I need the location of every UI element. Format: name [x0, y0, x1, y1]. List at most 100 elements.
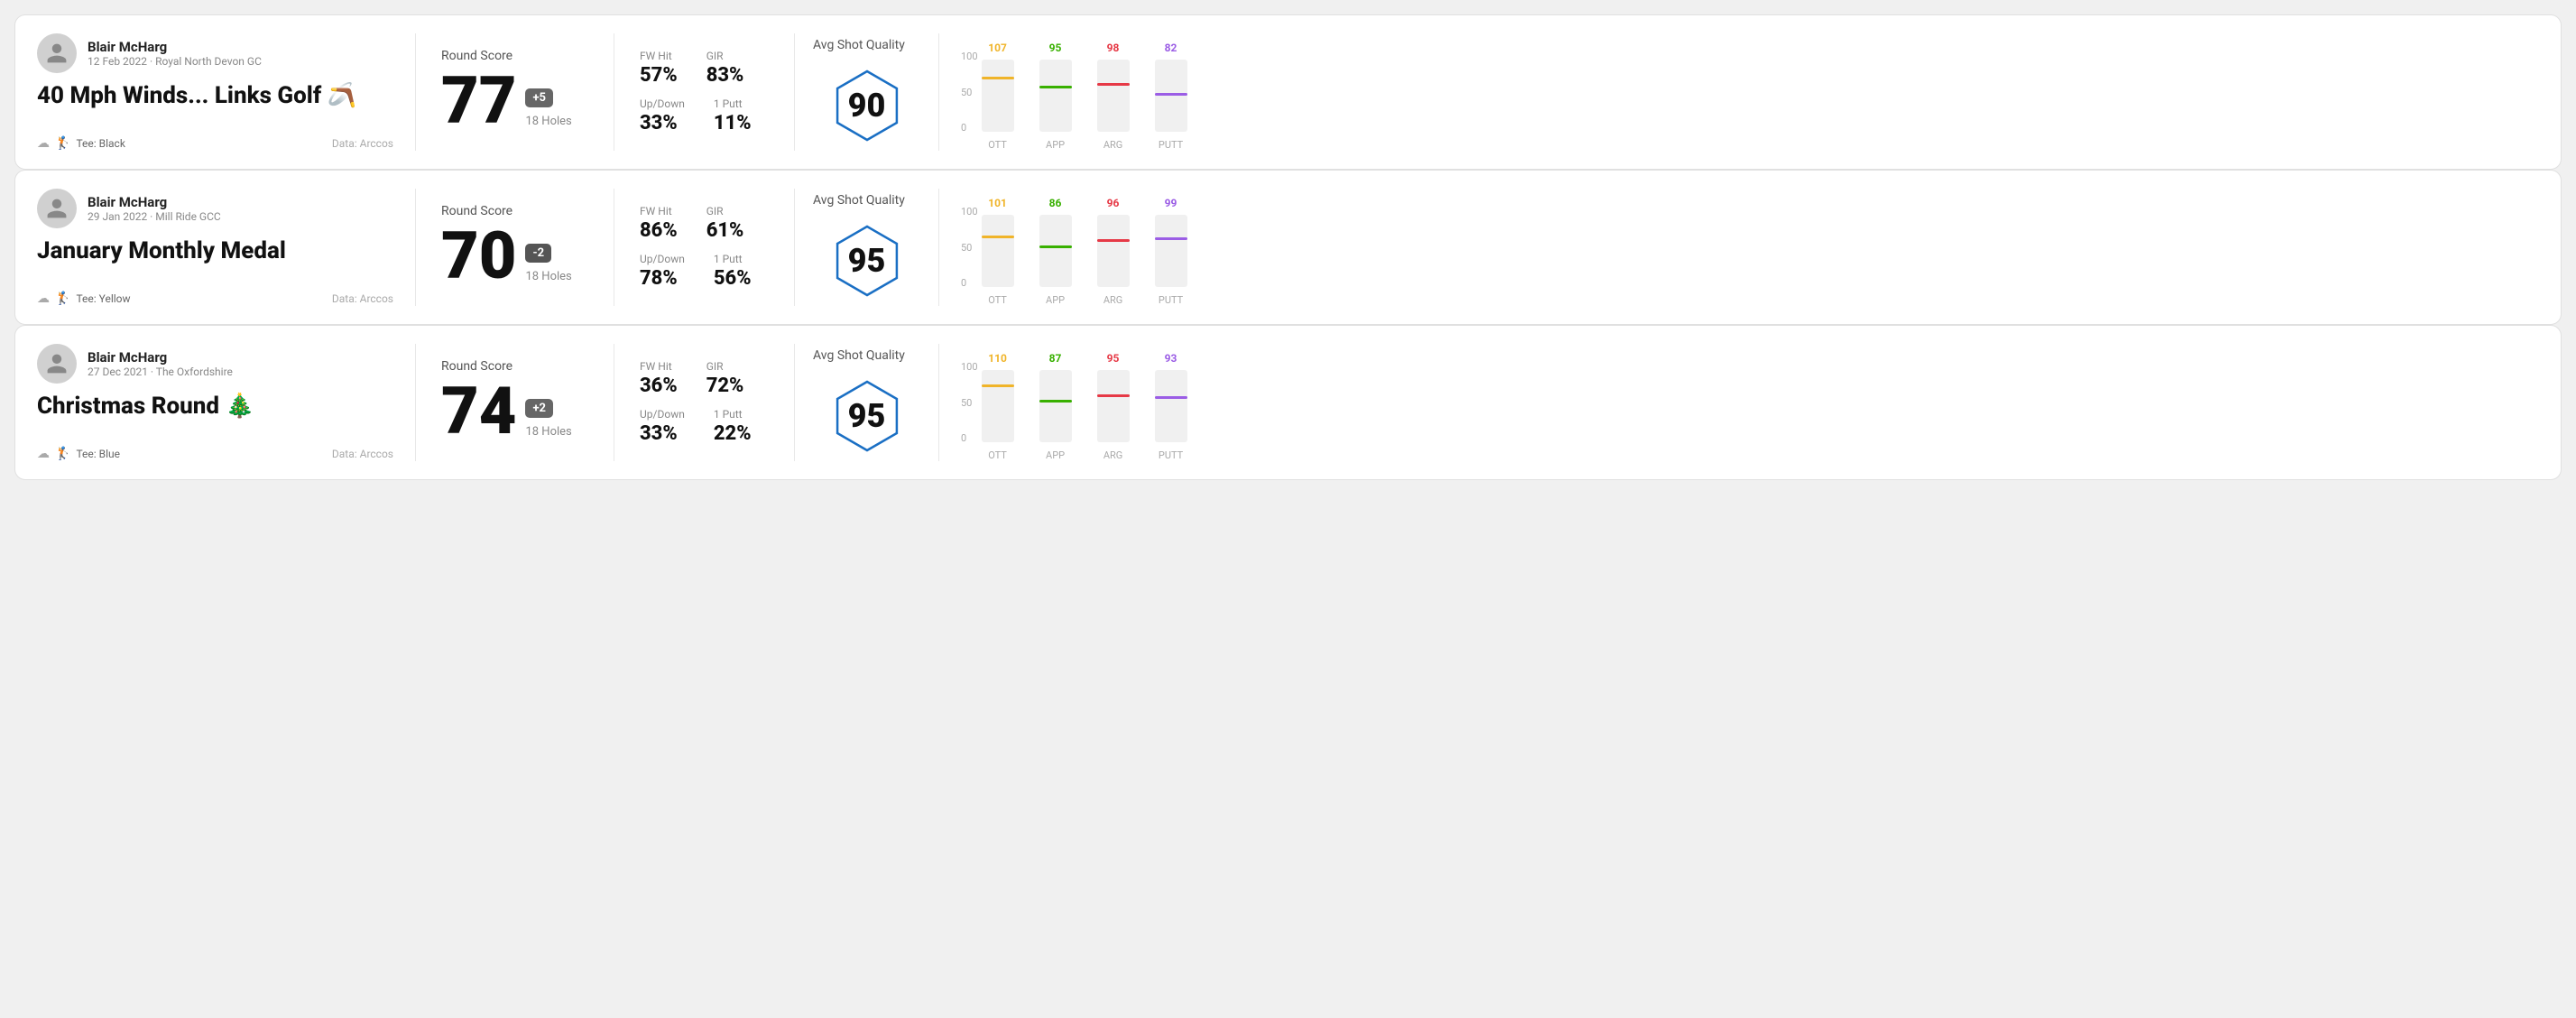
fw-hit-label: FW Hit [640, 50, 678, 62]
score-badge: +5 [525, 88, 553, 107]
y-label: 100 [961, 51, 978, 61]
hexagon-container: 95 [826, 375, 908, 457]
card-score: Round Score 74 +2 18 Holes [416, 344, 614, 461]
score-label: Round Score [441, 49, 588, 63]
chart-column-ott: 107 OTT [982, 42, 1014, 151]
user-name: Blair McHarg [88, 349, 233, 366]
bar-wrapper [1039, 215, 1072, 287]
gir-label: GIR [706, 205, 744, 217]
card-quality: Avg Shot Quality 95 [795, 344, 939, 461]
chart-column-app: 95 APP [1039, 42, 1072, 151]
score-badge: -2 [525, 244, 551, 263]
card-stats: FW Hit 57% GIR 83% Up/Down 33% 1 Putt [614, 33, 795, 151]
bar-value: 107 [988, 42, 1007, 54]
bar-x-label: PUTT [1159, 449, 1183, 461]
score-number: 77 [441, 69, 516, 134]
tee-label: Tee: Blue [76, 448, 120, 460]
score-badge: +2 [525, 399, 553, 418]
quality-label: Avg Shot Quality [813, 348, 905, 363]
score-label: Round Score [441, 359, 588, 374]
tee-label: Tee: Yellow [76, 292, 130, 305]
tee-bag-icon: 🏌 [55, 292, 70, 306]
user-info: Blair McHarg 29 Jan 2022 · Mill Ride GCC [88, 194, 221, 223]
bar-value: 87 [1049, 352, 1062, 365]
bar-wrapper [1097, 215, 1130, 287]
weather-icon: ☁ [37, 292, 50, 306]
oneputt-stat: 1 Putt 22% [714, 408, 752, 445]
user-icon [45, 42, 69, 65]
oneputt-label: 1 Putt [714, 408, 752, 421]
y-label: 0 [961, 123, 978, 133]
score-holes: 18 Holes [525, 425, 571, 439]
score-number: 74 [441, 379, 516, 444]
bar-accent [982, 77, 1014, 79]
oneputt-stat: 1 Putt 56% [714, 253, 752, 290]
quality-score: 90 [848, 87, 886, 125]
bar-x-label: OTT [988, 139, 1007, 151]
chart-column-arg: 96 ARG [1097, 197, 1130, 306]
gir-stat: GIR 83% [706, 50, 744, 87]
bar-wrapper [1039, 370, 1072, 442]
card-left: Blair McHarg 29 Jan 2022 · Mill Ride GCC… [37, 189, 416, 306]
user-row: Blair McHarg 12 Feb 2022 · Royal North D… [37, 33, 393, 73]
user-name: Blair McHarg [88, 39, 262, 55]
y-label: 100 [961, 207, 978, 217]
oneputt-stat: 1 Putt 11% [714, 97, 752, 134]
round-card: Blair McHarg 29 Jan 2022 · Mill Ride GCC… [14, 170, 2562, 325]
updown-label: Up/Down [640, 408, 685, 421]
data-source: Data: Arccos [332, 137, 393, 150]
tee-info: ☁ 🏌 Tee: Black [37, 136, 125, 151]
round-title: 40 Mph Winds... Links Golf 🪃 [37, 82, 393, 110]
bar-accent [1097, 83, 1130, 86]
gir-label: GIR [706, 50, 744, 62]
score-label: Round Score [441, 204, 588, 218]
bar-wrapper [982, 215, 1014, 287]
bar-bg [982, 370, 1014, 442]
card-chart: 100500 110 OTT 87 APP 95 [939, 344, 2539, 461]
round-title: Christmas Round 🎄 [37, 393, 393, 421]
bar-x-label: APP [1046, 449, 1065, 461]
chart-y-labels: 100500 [961, 362, 978, 461]
user-name: Blair McHarg [88, 194, 221, 210]
chart-y-labels: 100500 [961, 207, 978, 306]
bar-x-label: ARG [1103, 139, 1122, 151]
chart-column-putt: 99 PUTT [1155, 197, 1187, 306]
card-quality: Avg Shot Quality 95 [795, 189, 939, 306]
bar-value: 96 [1107, 197, 1120, 209]
tee-info: ☁ 🏌 Tee: Yellow [37, 292, 131, 306]
updown-stat: Up/Down 33% [640, 408, 685, 445]
card-score: Round Score 70 -2 18 Holes [416, 189, 614, 306]
bar-wrapper [1039, 60, 1072, 132]
stats-row-bottom: Up/Down 33% 1 Putt 11% [640, 97, 769, 134]
bar-x-label: APP [1046, 294, 1065, 306]
bar-accent [1097, 239, 1130, 242]
card-quality: Avg Shot Quality 90 [795, 33, 939, 151]
chart-column-ott: 101 OTT [982, 197, 1014, 306]
hexagon-container: 90 [826, 65, 908, 146]
chart-column-ott: 110 OTT [982, 352, 1014, 461]
avatar [37, 344, 77, 384]
fw-hit-label: FW Hit [640, 360, 678, 373]
chart-bars: 107 OTT 95 APP 98 ARG 82 [982, 33, 1187, 151]
chart-bars: 110 OTT 87 APP 95 ARG 93 [982, 344, 1187, 461]
gir-value: 83% [706, 64, 744, 87]
chart-column-arg: 95 ARG [1097, 352, 1130, 461]
updown-value: 78% [640, 267, 685, 290]
bar-x-label: ARG [1103, 449, 1122, 461]
updown-value: 33% [640, 112, 685, 134]
bar-value: 98 [1107, 42, 1120, 54]
card-left: Blair McHarg 12 Feb 2022 · Royal North D… [37, 33, 416, 151]
avatar [37, 33, 77, 73]
chart-bars: 101 OTT 86 APP 96 ARG 99 [982, 189, 1187, 306]
gir-stat: GIR 72% [706, 360, 744, 397]
bar-bg [1039, 215, 1072, 287]
y-label: 0 [961, 433, 978, 443]
bar-x-label: PUTT [1159, 139, 1183, 151]
quality-score: 95 [848, 397, 886, 435]
bar-bg [982, 60, 1014, 132]
chart-column-app: 86 APP [1039, 197, 1072, 306]
user-row: Blair McHarg 29 Jan 2022 · Mill Ride GCC [37, 189, 393, 228]
updown-stat: Up/Down 78% [640, 253, 685, 290]
stats-row-top: FW Hit 36% GIR 72% [640, 360, 769, 397]
card-chart: 100500 101 OTT 86 APP 96 [939, 189, 2539, 306]
